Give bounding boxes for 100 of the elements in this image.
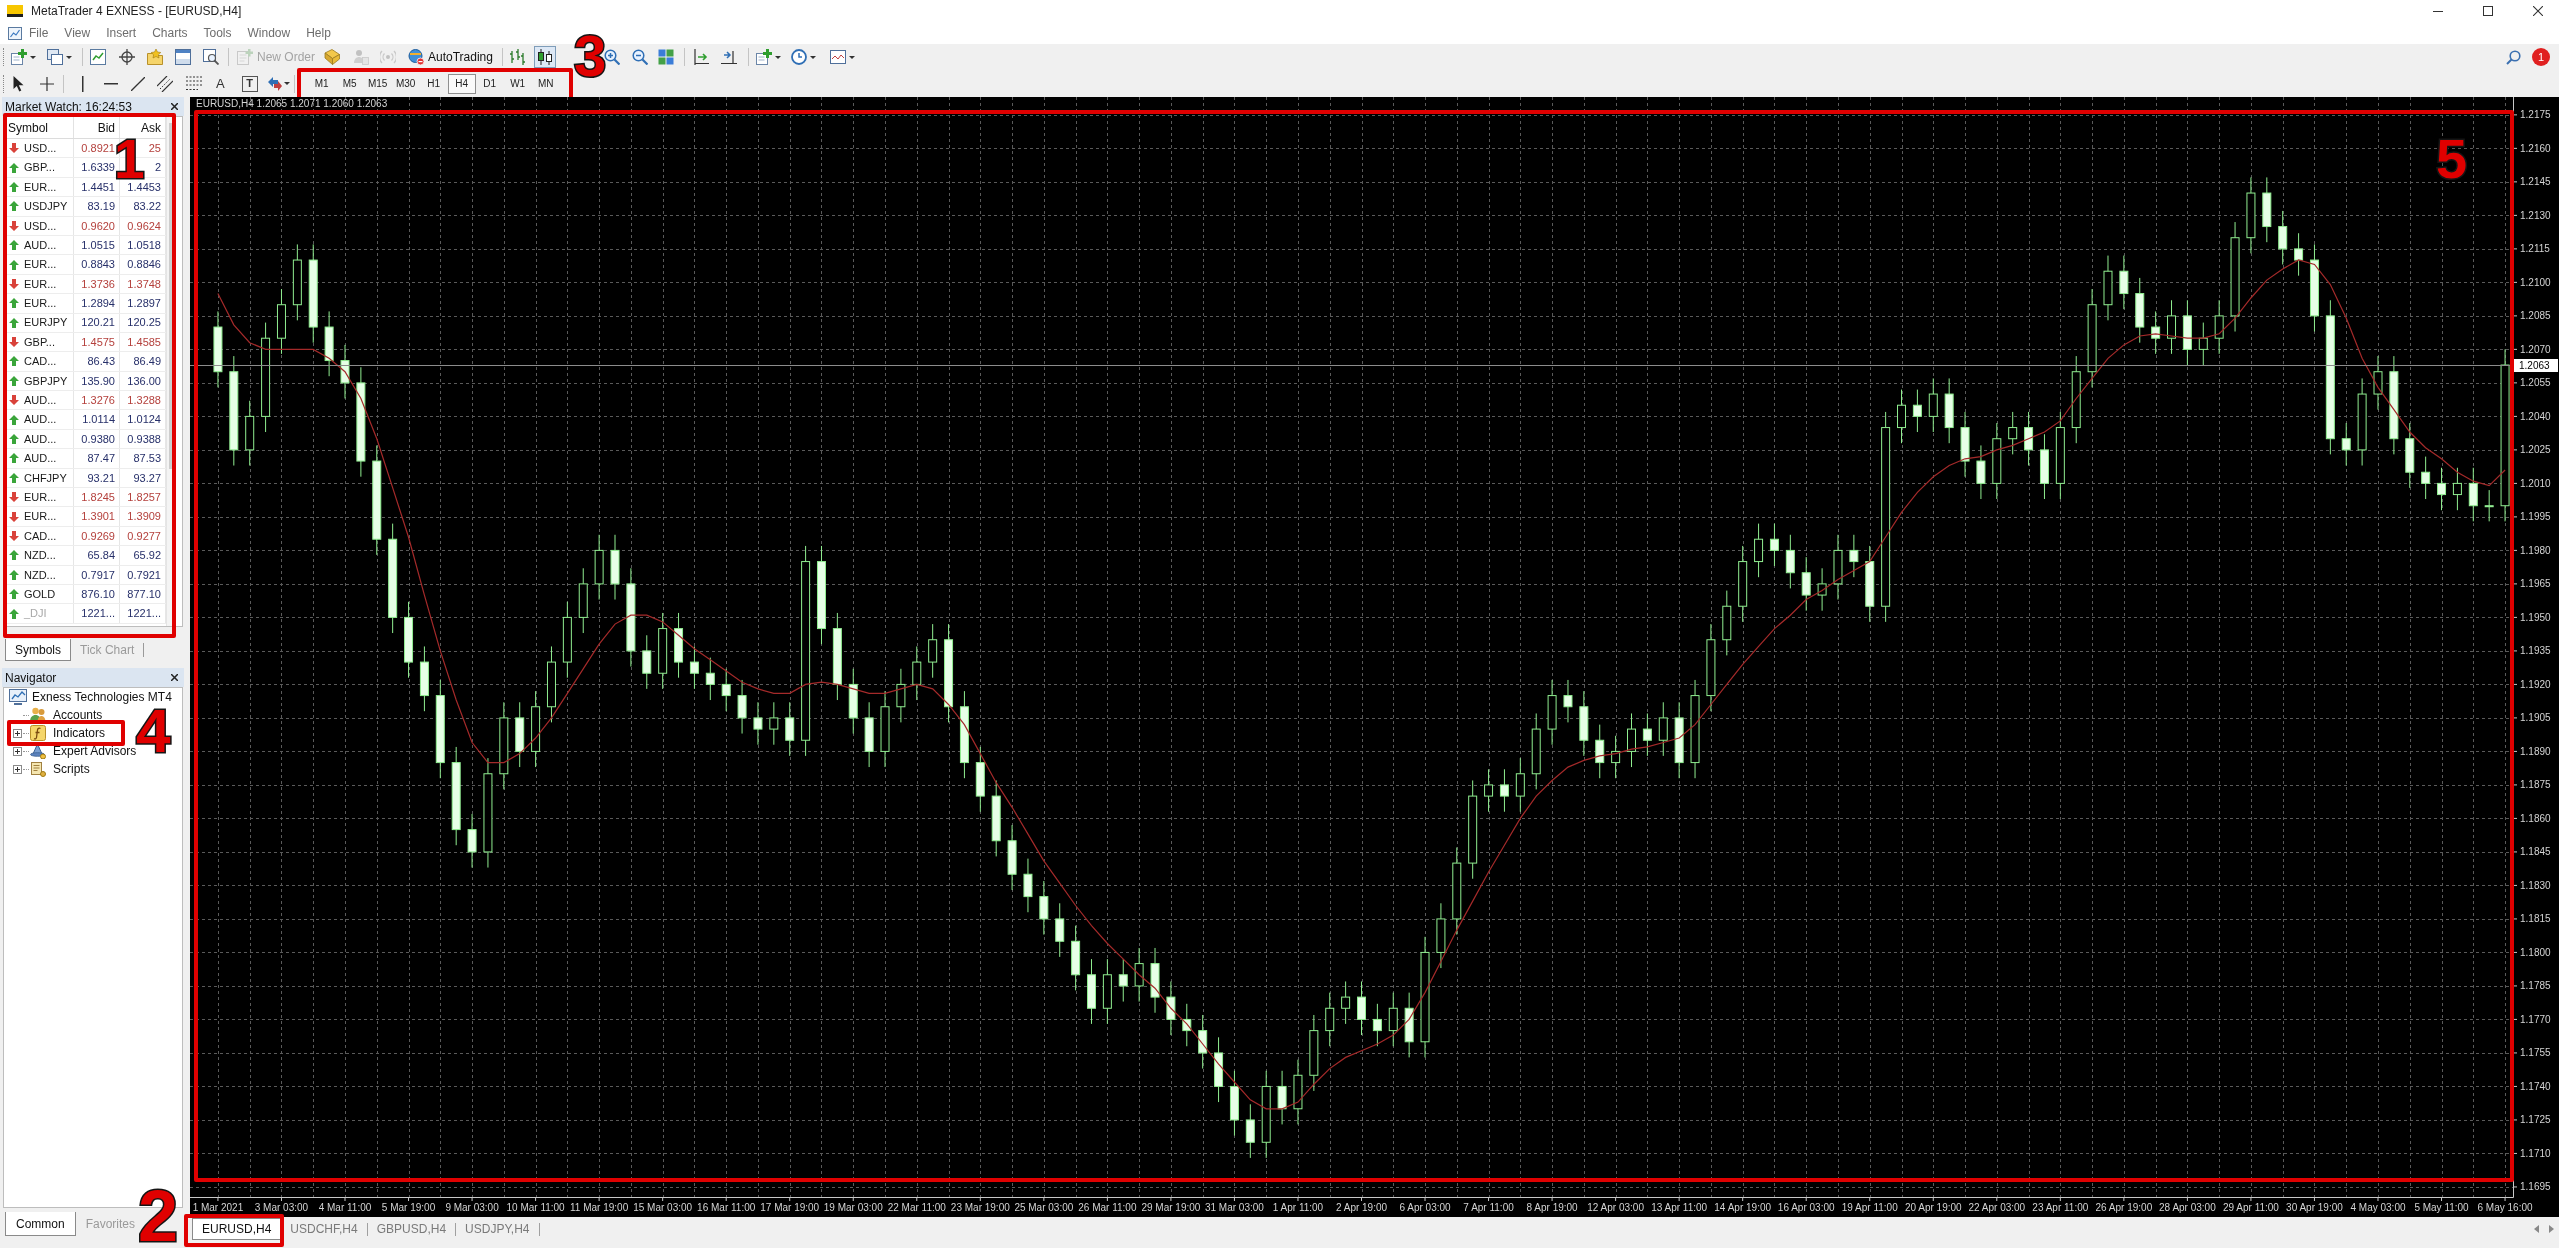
tree-item[interactable]: Indicators xyxy=(53,724,106,742)
axis-arrow-icon[interactable] xyxy=(692,49,709,65)
current-price-label: 1.2063 xyxy=(2514,359,2558,372)
text-label-tool[interactable]: T xyxy=(241,75,258,92)
time-label: 5 May 11:00 xyxy=(2414,1202,2469,1213)
expand-icon[interactable] xyxy=(13,764,22,774)
time-label: 14 Apr 19:00 xyxy=(1714,1202,1772,1213)
crosshair-icon[interactable] xyxy=(40,76,54,91)
chart-window-icon[interactable] xyxy=(8,26,22,40)
channel-icon[interactable] xyxy=(157,75,173,92)
maximize-icon[interactable] xyxy=(2483,6,2493,16)
text-tool[interactable]: A xyxy=(216,77,225,90)
caret-icon[interactable] xyxy=(283,82,290,85)
candlestick xyxy=(642,634,652,690)
price-label: 1.1800 xyxy=(2520,946,2551,958)
caret-icon[interactable] xyxy=(774,55,781,59)
timeframe-button[interactable]: H4 xyxy=(447,73,476,94)
search-icon[interactable] xyxy=(2506,49,2521,65)
price-label: 1.1845 xyxy=(2520,846,2551,858)
bid-price: 83.19 xyxy=(87,199,115,215)
column-header[interactable]: Ask xyxy=(141,118,161,137)
timeframe-button[interactable]: M5 xyxy=(335,73,364,94)
price-label: 1.1965 xyxy=(2520,578,2551,590)
tree-item[interactable]: Scripts xyxy=(53,760,90,778)
chart-type-button[interactable] xyxy=(533,46,556,68)
candlestick xyxy=(2437,467,2447,511)
tree-item[interactable]: Accounts xyxy=(53,706,103,724)
window-panel-icon[interactable] xyxy=(175,49,191,65)
menu-item[interactable]: Window xyxy=(247,27,291,39)
price-label: 1.1755 xyxy=(2520,1047,2551,1059)
cursor-icon[interactable] xyxy=(13,75,24,92)
expand-icon[interactable] xyxy=(13,728,22,738)
caret-icon[interactable] xyxy=(848,55,855,59)
window-stack-icon[interactable] xyxy=(47,49,63,65)
ask-price: 65.92 xyxy=(133,548,161,564)
chart-tab[interactable]: USDCHF,H4 xyxy=(281,1218,367,1240)
chart-tab[interactable]: GBPUSD,H4 xyxy=(367,1218,456,1240)
timeframe-button[interactable]: D1 xyxy=(475,73,504,94)
timeframe-button[interactable]: M15 xyxy=(363,73,392,94)
time-label: 1 Apr 11:00 xyxy=(1272,1202,1324,1213)
tree-item[interactable]: Exness Technologies MT4 xyxy=(32,688,172,706)
caret-icon[interactable] xyxy=(30,55,36,59)
menu-item[interactable]: File xyxy=(29,27,49,39)
timeframe-button[interactable]: M30 xyxy=(391,73,420,94)
grid-icon[interactable] xyxy=(657,49,674,65)
close-icon[interactable] xyxy=(2533,6,2543,16)
timeframe-button[interactable]: MN xyxy=(531,73,560,94)
price-label: 1.2175 xyxy=(2520,109,2551,121)
bid-price: 1.8245 xyxy=(81,489,115,505)
zoom-out-icon[interactable] xyxy=(631,49,648,65)
notification-badge[interactable]: 1 xyxy=(2532,48,2550,66)
clock-icon[interactable] xyxy=(790,49,807,65)
panel-tab[interactable]: Symbols xyxy=(5,639,71,661)
autotrading-button[interactable]: AutoTrading xyxy=(405,46,496,68)
globe-stop-icon[interactable] xyxy=(408,49,424,65)
chart-template-icon[interactable] xyxy=(829,49,846,65)
caret-icon[interactable] xyxy=(66,55,72,59)
scroll-right-icon[interactable] xyxy=(2549,1225,2554,1233)
menu-item[interactable]: Insert xyxy=(106,27,137,39)
panel-tab[interactable]: Common xyxy=(5,1212,76,1236)
expand-icon[interactable] xyxy=(13,746,22,756)
chart-tab[interactable]: EURUSD,H4 xyxy=(192,1218,282,1240)
column-header[interactable]: Bid xyxy=(97,118,115,137)
close-icon[interactable] xyxy=(171,674,178,681)
candlestick xyxy=(2103,255,2113,321)
zoom-in-icon[interactable] xyxy=(603,49,620,65)
chart-title: EURUSD,H4 1.2065 1.2071 1.2060 1.2063 xyxy=(196,98,388,109)
vertical-line-icon[interactable] xyxy=(82,75,84,92)
chart-window-icon[interactable] xyxy=(90,49,106,65)
trend-line-icon[interactable] xyxy=(131,76,145,91)
time-label: 17 Mar 19:00 xyxy=(760,1202,820,1213)
document-plus-icon[interactable] xyxy=(11,49,27,65)
caret-icon[interactable] xyxy=(809,55,816,59)
scroll-left-icon[interactable] xyxy=(2534,1225,2539,1233)
chart-tab[interactable]: USDJPY,H4 xyxy=(456,1218,539,1240)
price-label: 1.1785 xyxy=(2520,980,2551,992)
timeframe-button[interactable]: M1 xyxy=(307,73,336,94)
horizontal-line-icon[interactable] xyxy=(104,82,118,85)
price-label: 1.1860 xyxy=(2520,812,2551,824)
fibonacci-lines-icon[interactable] xyxy=(186,76,202,91)
people-icon xyxy=(30,707,46,723)
magnifier-window-icon[interactable] xyxy=(203,49,219,65)
cube-icon[interactable] xyxy=(324,49,340,65)
menu-item[interactable]: View xyxy=(64,27,91,39)
menu-item[interactable]: Charts xyxy=(152,27,188,39)
star-folder-icon[interactable] xyxy=(147,49,163,65)
line-arrow-icon[interactable] xyxy=(720,49,737,65)
timeframe-button[interactable]: W1 xyxy=(503,73,532,94)
minimize-icon[interactable] xyxy=(2433,10,2443,12)
menu-item[interactable]: Help xyxy=(306,27,331,39)
close-icon[interactable] xyxy=(171,103,178,110)
column-header[interactable]: Symbol xyxy=(8,118,48,137)
menu-item[interactable]: Tools xyxy=(203,27,232,39)
document-plus-icon[interactable] xyxy=(755,49,772,65)
bar-chart-icon xyxy=(508,49,525,65)
time-label: 30 Apr 19:00 xyxy=(2286,1202,2343,1213)
timeframe-button[interactable]: H1 xyxy=(419,73,448,94)
scrollbar-thumb[interactable] xyxy=(169,123,173,469)
arrows-icon[interactable] xyxy=(267,76,282,91)
crosshair-icon[interactable] xyxy=(119,49,135,65)
